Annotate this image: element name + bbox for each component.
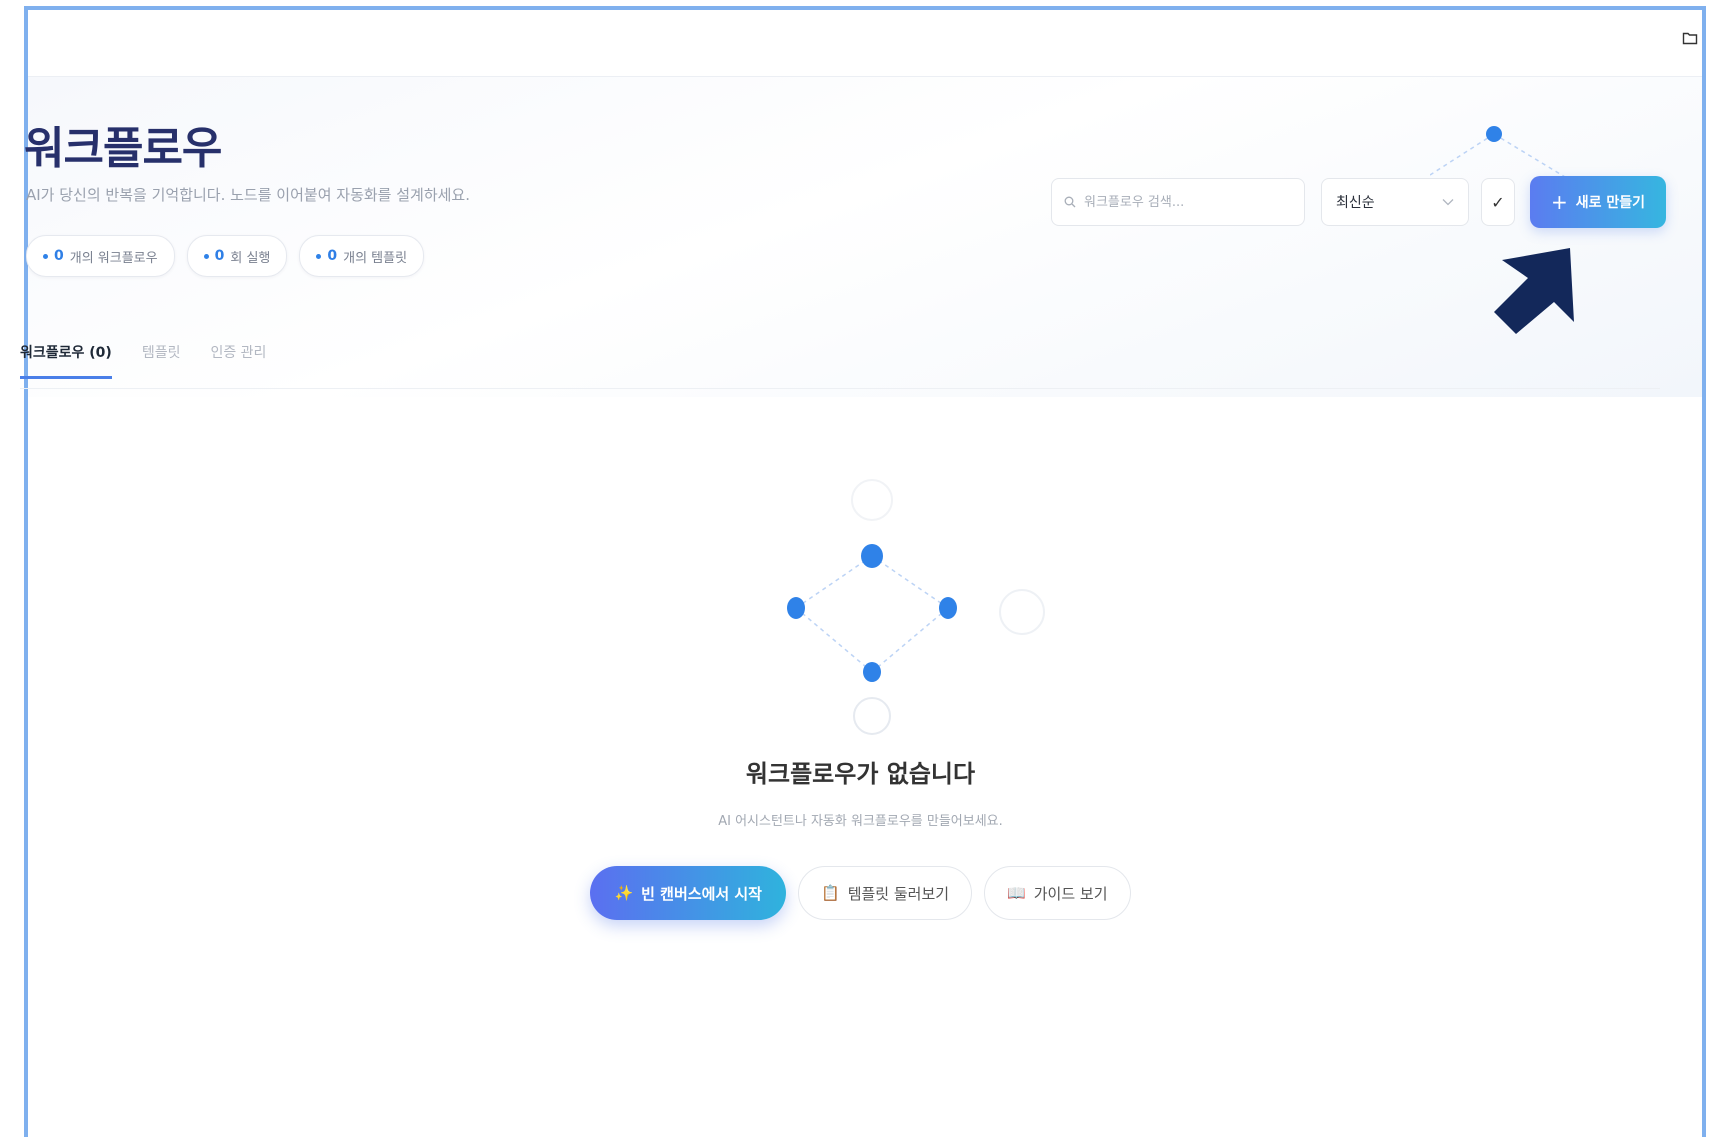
stat-value: 0 <box>214 248 225 264</box>
empty-state-title: 워크플로우가 없습니다 <box>745 760 976 788</box>
pointer-arrow-icon <box>1494 248 1574 334</box>
stat-workflows: 0 개의 워크플로우 <box>26 235 175 277</box>
empty-state-subtitle: AI 어시스턴트나 자동화 워크플로우를 만들어보세요. <box>718 814 1003 829</box>
search-icon <box>1064 196 1076 208</box>
view-guide-button[interactable]: 📖 가이드 보기 <box>984 866 1131 920</box>
dot-icon <box>43 253 48 259</box>
sort-value: 최신순 <box>1336 195 1375 211</box>
select-mode-button[interactable]: ✓ <box>1481 178 1515 226</box>
tab-templates[interactable]: 템플릿 <box>142 342 181 379</box>
stat-value: 0 <box>327 248 338 264</box>
sort-select[interactable]: 최신순 <box>1321 178 1469 226</box>
start-blank-canvas-button[interactable]: ✨ 빈 캔버스에서 시작 <box>590 866 786 920</box>
browse-templates-button[interactable]: 📋 템플릿 둘러보기 <box>798 866 973 920</box>
dot-icon <box>203 253 209 259</box>
stats-row: 0 개의 워크플로우 0 회 실행 0 개의 템플릿 <box>26 235 425 277</box>
empty-state-illustration <box>787 479 1045 735</box>
book-icon: 📖 <box>1007 884 1026 902</box>
stat-value: 0 <box>54 248 64 264</box>
check-icon: ✓ <box>1491 192 1505 212</box>
tab-workflows[interactable]: 워크플로우 (0) <box>20 342 112 379</box>
tab-credentials[interactable]: 인증 관리 <box>210 342 266 379</box>
page-title: 워크플로우 <box>24 123 222 174</box>
search-box[interactable] <box>1051 178 1305 226</box>
empty-state-actions: ✨ 빈 캔버스에서 시작 📋 템플릿 둘러보기 📖 가이드 보기 <box>0 866 1721 920</box>
chevron-down-icon <box>1442 199 1454 206</box>
stat-runs: 0 회 실행 <box>186 235 288 277</box>
stat-label: 회 실행 <box>230 250 271 266</box>
dot-icon <box>316 253 322 259</box>
stat-label: 개의 템플릿 <box>343 250 408 266</box>
new-workflow-label: 새로 만들기 <box>1575 195 1646 211</box>
plus-icon: + <box>1550 190 1568 214</box>
tab-divider <box>20 388 1660 389</box>
tab-bar: 워크플로우 (0) 템플릿 인증 관리 <box>20 342 266 379</box>
new-workflow-button[interactable]: + 새로 만들기 <box>1530 176 1666 228</box>
search-input[interactable] <box>1082 193 1286 211</box>
clipboard-icon: 📋 <box>821 884 840 902</box>
sparkle-icon: ✨ <box>614 884 634 902</box>
stat-templates: 0 개의 템플릿 <box>299 235 425 277</box>
browse-templates-label: 템플릿 둘러보기 <box>847 884 950 903</box>
start-blank-canvas-label: 빈 캔버스에서 시작 <box>641 884 762 903</box>
page-subtitle: AI가 당신의 반복을 기억합니다. 노드를 이어붙여 자동화를 설계하세요. <box>26 186 471 204</box>
top-bar <box>28 10 1702 77</box>
stat-label: 개의 워크플로우 <box>69 250 158 266</box>
folder-icon[interactable] <box>1682 30 1698 46</box>
view-guide-label: 가이드 보기 <box>1033 884 1108 903</box>
